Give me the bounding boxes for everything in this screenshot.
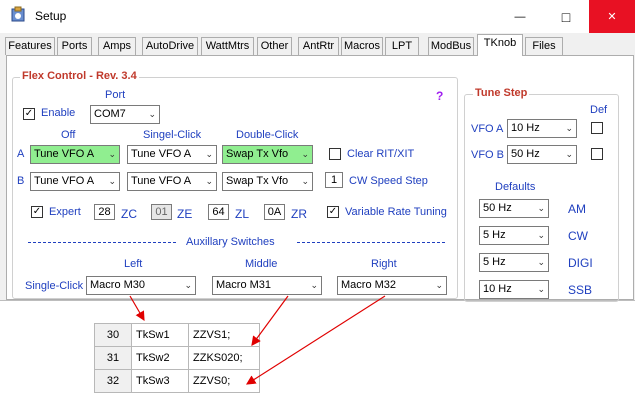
- arrow-right-to-row32: [245, 295, 386, 385]
- tab-tknob[interactable]: TKnob: [477, 34, 523, 56]
- annotation-arrows: [129, 295, 386, 385]
- arrow-left-to-row30: [129, 295, 145, 322]
- arrow-middle-to-row31: [251, 295, 289, 346]
